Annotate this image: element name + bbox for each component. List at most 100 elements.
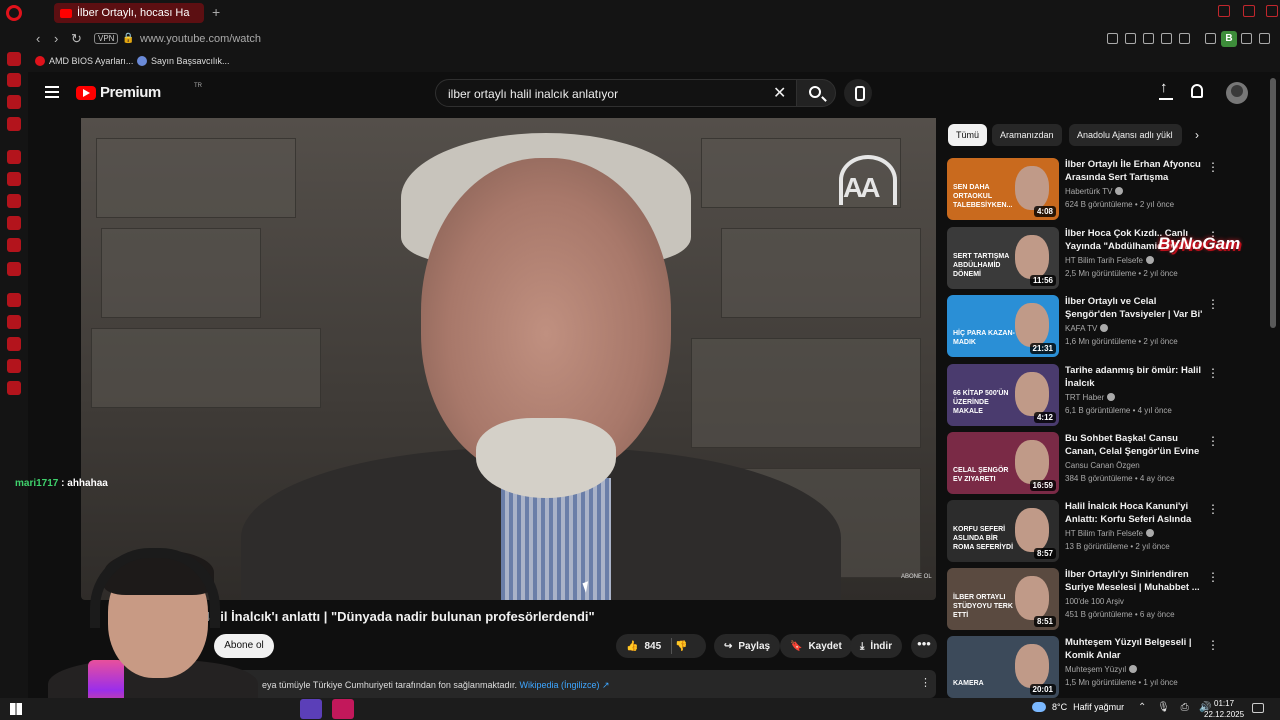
download-button[interactable]: ⤓ İndir [850, 634, 903, 658]
forward-arrow-icon[interactable]: › [54, 31, 58, 46]
chip-channel[interactable]: Anadolu Ajansı adlı yükl [1069, 124, 1182, 146]
profile-avatar-button[interactable]: B [1221, 31, 1237, 47]
notifications-bell-icon[interactable] [1191, 84, 1203, 98]
chips-next-icon[interactable]: › [1195, 128, 1199, 142]
more-actions-button[interactable]: ••• [911, 634, 937, 658]
video-thumbnail[interactable]: SERT TARTIŞMA ABDÜLHAMİD DÖNEMİ 11:56 [947, 227, 1059, 289]
new-tab-plus-icon[interactable]: + [212, 4, 220, 20]
bookmark-page-icon[interactable] [1107, 33, 1118, 44]
bookmark-bassavcilik[interactable]: Sayın Başsavcılık... [137, 56, 230, 66]
recommendation-title[interactable]: İlber Ortaylı ve Celal Şengör'den Tavsiy… [1065, 295, 1205, 322]
recommendation-card[interactable]: İLBER ORTAYLI STÜDYOYU TERK ETTİ 8:51 İlbe… [947, 568, 1227, 630]
channel-name[interactable]: TRT Haber [1065, 393, 1116, 402]
snapshot-icon[interactable] [1125, 33, 1136, 44]
recommendation-card[interactable]: Celal Şengör Ev Ziyareti 16:59 Bu Sohbet B… [947, 432, 1227, 494]
recommendation-card[interactable]: HİÇ PARA KAZAN-MADIK 21:31 İlber Ortaylı v… [947, 295, 1227, 357]
sidebar-discord-icon[interactable] [7, 238, 21, 252]
tab-youtube[interactable]: İlber Ortaylı, hocası Ha [54, 3, 204, 23]
search-button[interactable] [796, 79, 836, 107]
sidebar-whatsapp-icon[interactable] [7, 194, 21, 208]
sidebar-telegram-icon[interactable] [7, 262, 21, 276]
video-thumbnail[interactable]: 66 KİTAP 500'ÜN ÜZERİNDE MAKALE 4:12 [947, 364, 1059, 426]
lock-icon[interactable]: 🔒 [122, 33, 134, 44]
sidebar-messenger-icon[interactable] [7, 172, 21, 186]
chip-from-search[interactable]: Aramanızdan [992, 124, 1062, 146]
kebab-menu-icon[interactable]: ⋮ [1207, 570, 1219, 584]
notification-icon[interactable] [1252, 703, 1264, 713]
channel-name[interactable]: HT Bilim Tarih Felsefe [1065, 529, 1154, 538]
close-window-icon[interactable] [1266, 5, 1278, 17]
menu-icon[interactable] [45, 86, 59, 98]
kebab-menu-icon[interactable]: ⋮ [1207, 160, 1219, 174]
thumbs-down-icon[interactable]: 👎 [675, 641, 687, 652]
sidebar-history-icon[interactable] [7, 337, 21, 351]
video-thumbnail[interactable]: KAMERA 20:01 [947, 636, 1059, 698]
voice-search-mic-icon[interactable] [844, 79, 872, 107]
sidebar-pinboard-icon[interactable] [7, 359, 21, 373]
youtube-logo[interactable]: Premium TR [76, 83, 202, 101]
page-scrollbar[interactable] [1270, 78, 1276, 328]
sidebar-extensions-icon[interactable] [7, 381, 21, 395]
kebab-menu-icon[interactable]: ⋮ [1207, 638, 1219, 652]
recommendation-card[interactable]: SEN DAHA ORTAOKUL TALEBESİYKEN... 4:08 İlb… [947, 158, 1227, 220]
like-button[interactable]: 👍 845 👎 [616, 634, 706, 658]
clock[interactable]: 01:17 22.12.2025 [1204, 698, 1244, 720]
video-thumbnail[interactable]: SEN DAHA ORTAOKUL TALEBESİYKEN... 4:08 [947, 158, 1059, 220]
clear-search-icon[interactable]: ✕ [773, 83, 786, 103]
back-arrow-icon[interactable]: ‹ [36, 31, 40, 46]
heart-icon[interactable] [1179, 33, 1190, 44]
chip-all[interactable]: Tümü [948, 124, 988, 146]
kebab-menu-icon[interactable]: ⋮ [1207, 434, 1219, 448]
channel-name[interactable]: Muhteşem Yüzyıl [1065, 665, 1138, 674]
easy-setup-icon[interactable] [1259, 33, 1270, 44]
channel-name[interactable]: Cansu Canan Özgen [1065, 461, 1140, 470]
sidebar-send-icon[interactable] [7, 52, 21, 66]
recommendation-card[interactable]: KORFU SEFERİ ASLINDA BİR ROMA SEFERİYDİ 8… [947, 500, 1227, 562]
channel-name[interactable]: KAFA TV [1065, 324, 1109, 333]
share-button[interactable]: ↪ Paylaş [714, 634, 781, 658]
video-thumbnail[interactable]: Celal Şengör Ev Ziyareti 16:59 [947, 432, 1059, 494]
video-thumbnail[interactable]: İLBER ORTAYLI STÜDYOYU TERK ETTİ 8:51 [947, 568, 1059, 630]
recommendation-title[interactable]: Muhteşem Yüzyıl Belgeseli | Komik Anlar [1065, 636, 1205, 662]
sidebar-settings-icon[interactable] [7, 95, 21, 109]
recommendation-title[interactable]: Halil İnalcık Hoca Kanuni'yi Anlattı: Ko… [1065, 500, 1205, 527]
info-menu-icon[interactable]: ⋮ [920, 676, 931, 689]
taskbar-opera-gx-icon[interactable] [332, 699, 354, 719]
upload-icon[interactable] [1159, 79, 1173, 100]
channel-name[interactable]: Habertürk TV [1065, 187, 1124, 196]
subscribe-watermark[interactable]: ABONE OL [901, 574, 932, 580]
player-icon[interactable] [1161, 33, 1172, 44]
recommendation-title[interactable]: Bu Sohbet Başka! Cansu Canan, Celal Şeng… [1065, 432, 1205, 459]
vpn-badge[interactable]: VPN [94, 33, 119, 44]
url-field[interactable]: www.youtube.com/watch [140, 33, 261, 45]
bookmark-amd-bios[interactable]: AMD BIOS Ayarları... [35, 56, 133, 66]
recommendation-title[interactable]: İlber Ortaylı'yı Sinirlendiren Suriye Me… [1065, 568, 1205, 594]
video-thumbnail[interactable]: KORFU SEFERİ ASLINDA BİR ROMA SEFERİYDİ 8… [947, 500, 1059, 562]
weather-widget[interactable]: 8°C Hafif yağmur [1032, 702, 1124, 712]
sidebar-play-icon[interactable] [7, 117, 21, 131]
taskbar-messenger-icon[interactable] [300, 699, 322, 719]
recommendation-title[interactable]: İlber Ortaylı İle Erhan Afyoncu Arasında… [1065, 158, 1205, 184]
recommendation-card[interactable]: KAMERA 20:01 Muhteşem Yüzyıl Belgeseli | K… [947, 636, 1227, 698]
recommendation-title[interactable]: Tarihe adanmış bir ömür: Halil İnalcık [1065, 364, 1205, 390]
sidebar-speeddial-icon[interactable] [7, 293, 21, 307]
download-icon[interactable] [1241, 33, 1252, 44]
kebab-menu-icon[interactable]: ⋮ [1207, 297, 1219, 311]
opera-logo-icon[interactable] [6, 5, 22, 21]
extensions-icon[interactable] [1205, 33, 1216, 44]
channel-name[interactable]: 100'de 100 Arşiv [1065, 597, 1124, 606]
sidebar-instagram-icon[interactable] [7, 216, 21, 230]
sidebar-bookmarks-icon[interactable] [7, 315, 21, 329]
windows-start-icon[interactable] [10, 703, 22, 715]
maximize-icon[interactable] [1243, 5, 1255, 17]
sidebar-person-icon[interactable] [7, 73, 21, 87]
kebab-menu-icon[interactable]: ⋮ [1207, 502, 1219, 516]
channel-name[interactable]: HT Bilim Tarih Felsefe [1065, 256, 1154, 265]
video-player[interactable]: AA ABONE OL [81, 118, 936, 600]
search-input[interactable]: ilber ortaylı halil inalcık anlatıyor [435, 79, 823, 107]
recommendation-card[interactable]: 66 KİTAP 500'ÜN ÜZERİNDE MAKALE 4:12 Tarih… [947, 364, 1227, 426]
sidebar-aria-icon[interactable] [7, 150, 21, 164]
save-button[interactable]: 🔖 Kaydet [780, 634, 852, 658]
video-thumbnail[interactable]: HİÇ PARA KAZAN-MADIK 21:31 [947, 295, 1059, 357]
account-avatar[interactable] [1226, 82, 1248, 104]
